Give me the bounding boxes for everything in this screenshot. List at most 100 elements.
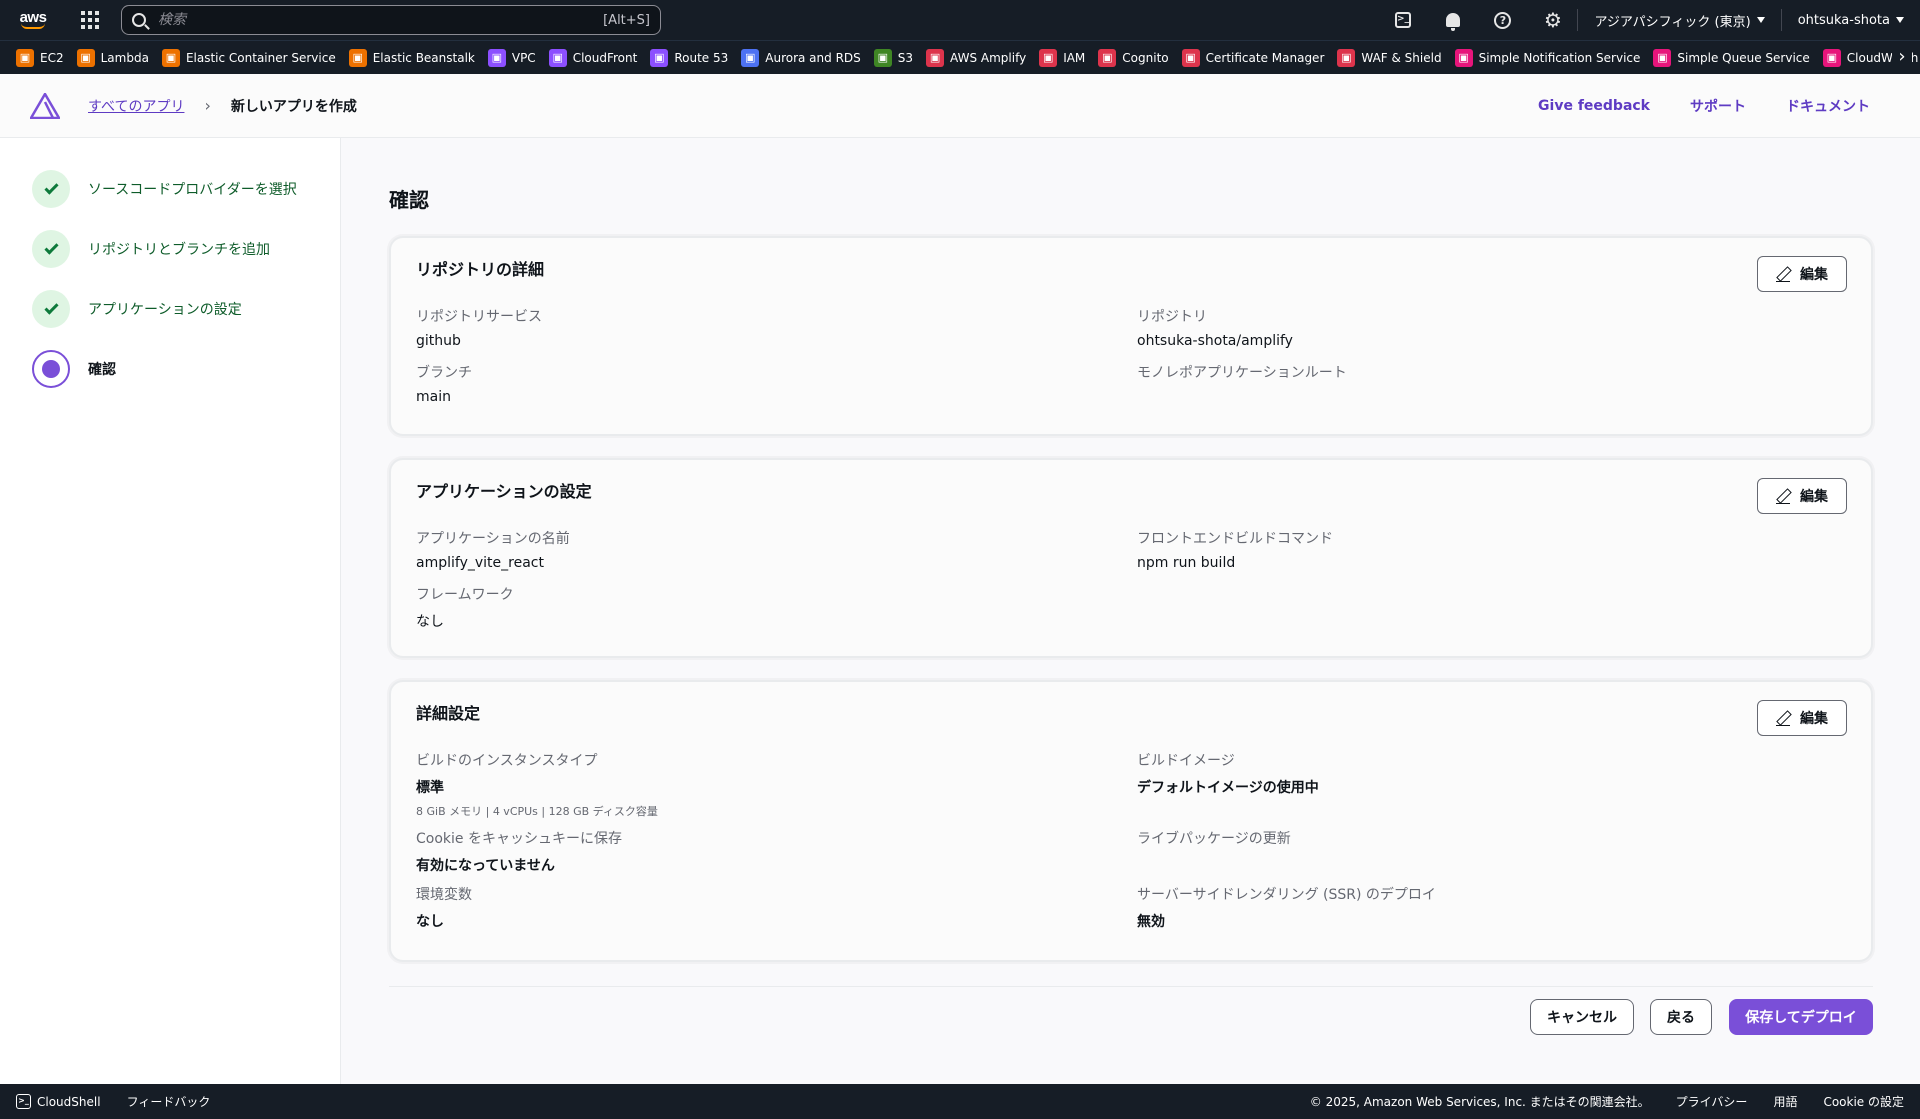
favorite-vpc[interactable]: ▣ VPC bbox=[487, 48, 536, 67]
breadcrumb-all-apps-link[interactable]: すべてのアプリ bbox=[88, 96, 184, 116]
advanced-settings-card: 詳細設定 編集 ビルドのインスタンスタイプ 標準 8 GiB メモリ | 4 vCP… bbox=[389, 680, 1873, 962]
region-label: アジアパシフィック (東京) bbox=[1594, 14, 1751, 30]
feedback-link[interactable]: フィードバック bbox=[127, 1093, 211, 1110]
favorite-label: IAM bbox=[1063, 50, 1086, 65]
step-label: 確認 bbox=[88, 362, 116, 378]
aws-logo[interactable]: aws bbox=[16, 8, 50, 32]
live-package-field: ライブパッケージの更新 bbox=[1137, 831, 1291, 847]
settings-button[interactable]: ⚙ bbox=[1527, 0, 1577, 40]
favorite-cognito[interactable]: ▣ Cognito bbox=[1098, 48, 1169, 67]
favorite-ecs[interactable]: ▣ Elastic Container Service bbox=[161, 48, 336, 67]
terms-link[interactable]: 用語 bbox=[1773, 1093, 1797, 1110]
favorite-label: Elastic Beanstalk bbox=[372, 50, 475, 65]
favorite-label: S3 bbox=[897, 50, 914, 65]
ssr-deploy-field: サーバーサイドレンダリング (SSR) のデプロイ 無効 bbox=[1137, 887, 1436, 930]
card-title: 詳細設定 bbox=[416, 704, 481, 723]
sqs-icon: ▣ bbox=[1653, 48, 1672, 67]
amplify-logo-icon[interactable] bbox=[30, 92, 60, 119]
caret-down-icon bbox=[1896, 17, 1904, 23]
route53-icon: ▣ bbox=[650, 48, 669, 67]
favorite-label: Route 53 bbox=[674, 50, 729, 65]
app-name-field: アプリケーションの名前 amplify_vite_react bbox=[416, 531, 570, 571]
step-review: 確認 bbox=[32, 350, 116, 388]
build-image-field: ビルドイメージ デフォルトイメージの使用中 bbox=[1137, 753, 1319, 796]
help-button[interactable]: ? bbox=[1477, 0, 1527, 40]
step-repo-branch[interactable]: リポジトリとブランチを追加 bbox=[32, 230, 270, 268]
card-title: リポジトリの詳細 bbox=[416, 260, 545, 279]
beanstalk-icon: ▣ bbox=[348, 48, 367, 67]
search-box[interactable]: [Alt+S] bbox=[121, 5, 661, 35]
cancel-button[interactable]: キャンセル bbox=[1530, 999, 1634, 1035]
repo-field: リポジトリ ohtsuka-shota/amplify bbox=[1137, 309, 1293, 349]
cloudshell-icon: >_ bbox=[1394, 12, 1411, 28]
favorite-label: WAF & Shield bbox=[1361, 50, 1442, 65]
notifications-button[interactable] bbox=[1427, 0, 1477, 40]
step-current-icon bbox=[32, 350, 70, 388]
favorite-sqs[interactable]: ▣ Simple Queue Service bbox=[1653, 48, 1810, 67]
step-app-settings[interactable]: アプリケーションの設定 bbox=[32, 290, 242, 328]
favorite-label: Certificate Manager bbox=[1205, 50, 1325, 65]
favorite-label: Simple Notification Service bbox=[1478, 50, 1641, 65]
breadcrumb-current: 新しいアプリを作成 bbox=[230, 98, 357, 115]
region-selector[interactable]: アジアパシフィック (東京) bbox=[1578, 11, 1780, 30]
edit-repository-button[interactable]: 編集 bbox=[1757, 256, 1847, 292]
favorite-acm[interactable]: ▣ Certificate Manager bbox=[1181, 48, 1325, 67]
services-menu-icon[interactable] bbox=[81, 11, 99, 29]
cloudshell-icon: >_ bbox=[16, 1094, 31, 1109]
lambda-icon: ▣ bbox=[76, 48, 95, 67]
build-command-field: フロントエンドビルドコマンド npm run build bbox=[1137, 531, 1333, 571]
favorite-waf[interactable]: ▣ WAF & Shield bbox=[1337, 48, 1442, 67]
favorite-s3[interactable]: ▣ S3 bbox=[873, 48, 914, 67]
step-label: リポジトリとブランチを追加 bbox=[88, 242, 270, 258]
bell-icon bbox=[1445, 13, 1460, 31]
account-menu[interactable]: ohtsuka-shota bbox=[1782, 13, 1920, 28]
pencil-icon bbox=[1776, 489, 1790, 504]
framework-field: フレームワーク なし bbox=[416, 587, 514, 630]
favorite-amplify[interactable]: ▣ AWS Amplify bbox=[926, 48, 1026, 67]
chevron-right-icon: › bbox=[204, 96, 211, 115]
favorite-cloudfront[interactable]: ▣ CloudFront bbox=[548, 48, 638, 67]
give-feedback-link[interactable]: Give feedback bbox=[1538, 98, 1650, 114]
gear-icon: ⚙ bbox=[1543, 8, 1562, 32]
step-complete-icon bbox=[32, 230, 70, 268]
favorite-route53[interactable]: ▣ Route 53 bbox=[650, 48, 729, 67]
copyright-text: © 2025, Amazon Web Services, Inc. またはその関… bbox=[1309, 1095, 1650, 1109]
favorite-ec2[interactable]: ▣ EC2 bbox=[16, 48, 64, 67]
documentation-link[interactable]: ドキュメント bbox=[1786, 96, 1870, 116]
chevron-right-icon[interactable]: › bbox=[1892, 47, 1912, 67]
back-button[interactable]: 戻る bbox=[1650, 999, 1712, 1035]
cognito-icon: ▣ bbox=[1098, 48, 1117, 67]
step-label: ソースコードプロバイダーを選択 bbox=[88, 182, 297, 198]
favorite-label: Aurora and RDS bbox=[765, 50, 861, 65]
step-source-provider[interactable]: ソースコードプロバイダーを選択 bbox=[32, 170, 297, 208]
search-input[interactable] bbox=[158, 12, 604, 28]
edit-label: 編集 bbox=[1800, 267, 1828, 283]
env-vars-field: 環境変数 なし bbox=[416, 887, 472, 930]
instance-type-field: ビルドのインスタンスタイプ 標準 8 GiB メモリ | 4 vCPUs | 128… bbox=[416, 753, 658, 818]
search-icon bbox=[132, 13, 146, 27]
cookie-settings-link[interactable]: Cookie の設定 bbox=[1823, 1093, 1904, 1110]
cookie-cache-field: Cookie をキャッシュキーに保存 有効になっていません bbox=[416, 831, 622, 874]
favorite-sns[interactable]: ▣ Simple Notification Service bbox=[1454, 48, 1641, 67]
favorite-label: Simple Queue Service bbox=[1677, 50, 1810, 65]
favorite-iam[interactable]: ▣ IAM bbox=[1039, 48, 1086, 67]
favorite-lambda[interactable]: ▣ Lambda bbox=[76, 48, 149, 67]
privacy-link[interactable]: プライバシー bbox=[1676, 1093, 1748, 1110]
pencil-icon bbox=[1776, 267, 1790, 282]
repo-service-field: リポジトリサービス github bbox=[416, 309, 542, 349]
favorite-beanstalk[interactable]: ▣ Elastic Beanstalk bbox=[348, 48, 475, 67]
favorite-label: Elastic Container Service bbox=[185, 50, 336, 65]
cloudshell-link[interactable]: CloudShell bbox=[37, 1095, 101, 1109]
edit-advanced-settings-button[interactable]: 編集 bbox=[1757, 700, 1847, 736]
cloudshell-button[interactable]: >_ bbox=[1377, 0, 1427, 40]
favorite-rds[interactable]: ▣ Aurora and RDS bbox=[741, 48, 861, 67]
edit-app-settings-button[interactable]: 編集 bbox=[1757, 478, 1847, 514]
step-label: アプリケーションの設定 bbox=[88, 302, 242, 318]
vpc-icon: ▣ bbox=[487, 48, 506, 67]
favorite-label: CloudFront bbox=[572, 50, 638, 65]
s3-icon: ▣ bbox=[873, 48, 892, 67]
branch-field: ブランチ main bbox=[416, 365, 472, 405]
support-link[interactable]: サポート bbox=[1690, 96, 1746, 116]
waf-icon: ▣ bbox=[1337, 48, 1356, 67]
save-and-deploy-button[interactable]: 保存してデプロイ bbox=[1729, 999, 1873, 1035]
